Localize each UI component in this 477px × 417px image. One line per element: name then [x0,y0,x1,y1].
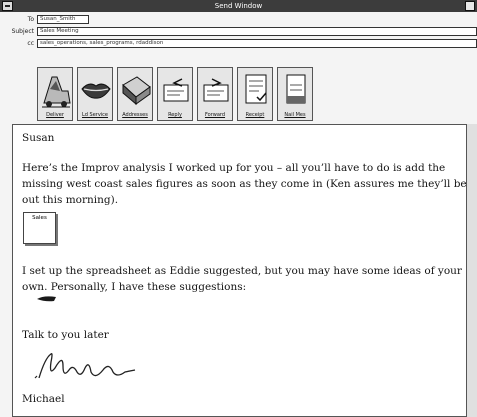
message-body[interactable]: Susan Here’s the Improv analysis I worke… [12,124,467,417]
cc-field[interactable]: sales_operations, sales_programs, rdaddi… [37,39,477,48]
receipt-button[interactable]: Receipt [237,67,273,121]
handwritten-signature [34,353,136,379]
mail-truck-icon [42,76,71,108]
ld-service-button[interactable]: Ld Service [77,67,113,121]
paragraph-2-line-1: I set up the spreadsheet as Eddie sugges… [22,265,462,277]
subject-field[interactable]: Sales Meeting [37,27,477,36]
reply-icon [163,78,189,102]
send-window: Send Window To Susan_Smith Subject Sales… [0,0,477,417]
reply-button[interactable]: Reply [157,67,193,121]
pen-icon[interactable] [36,294,58,304]
cc-row: cc sales_operations, sales_programs, rda… [0,39,477,49]
subject-label: Subject [11,28,34,35]
nail-message-icon [286,74,306,104]
to-label: To [27,16,34,23]
paragraph-1-line-1: Here’s the Improv analysis I worked up f… [22,162,446,174]
paragraph-1-line-2: missing west coast sales figures as soon… [22,178,467,190]
receipt-icon [245,74,267,104]
closing-line: Talk to you later [22,329,109,341]
minimize-button[interactable] [465,1,475,11]
signature-name: Michael [22,393,65,405]
vertical-scrollbar[interactable] [466,124,477,417]
paragraph-1-line-3: out this morning). [22,194,119,206]
forward-icon [203,78,229,102]
greeting: Susan [22,132,55,144]
to-row: To Susan_Smith [0,15,477,25]
addresses-label: Addresses [122,112,148,118]
subject-row: Subject Sales Meeting [0,27,477,37]
lips-icon [81,83,111,99]
reply-label: Reply [168,112,182,118]
forward-label: Forward [204,112,226,118]
nail-mes-label: Nail Mes [284,112,306,118]
deliver-label: Deliver [46,112,64,118]
ld-service-label: Ld Service [81,112,109,118]
cc-label: cc [27,40,34,47]
receipt-label: Receipt [245,112,265,118]
addresses-button[interactable]: Addresses [117,67,153,121]
window-title: Send Window [214,2,263,10]
forward-button[interactable]: Forward [197,67,233,121]
title-bar: Send Window [0,0,477,12]
deliver-button[interactable]: Deliver [37,67,73,121]
spreadsheet-attachment-icon[interactable]: Sales [23,212,56,244]
address-book-icon [122,76,151,106]
to-field[interactable]: Susan_Smith [37,15,89,24]
attachment-label: Sales [32,215,47,221]
paragraph-2-line-2: own. Personally, I have these suggestion… [22,281,247,293]
nail-mes-button[interactable]: Nail Mes [277,67,313,121]
